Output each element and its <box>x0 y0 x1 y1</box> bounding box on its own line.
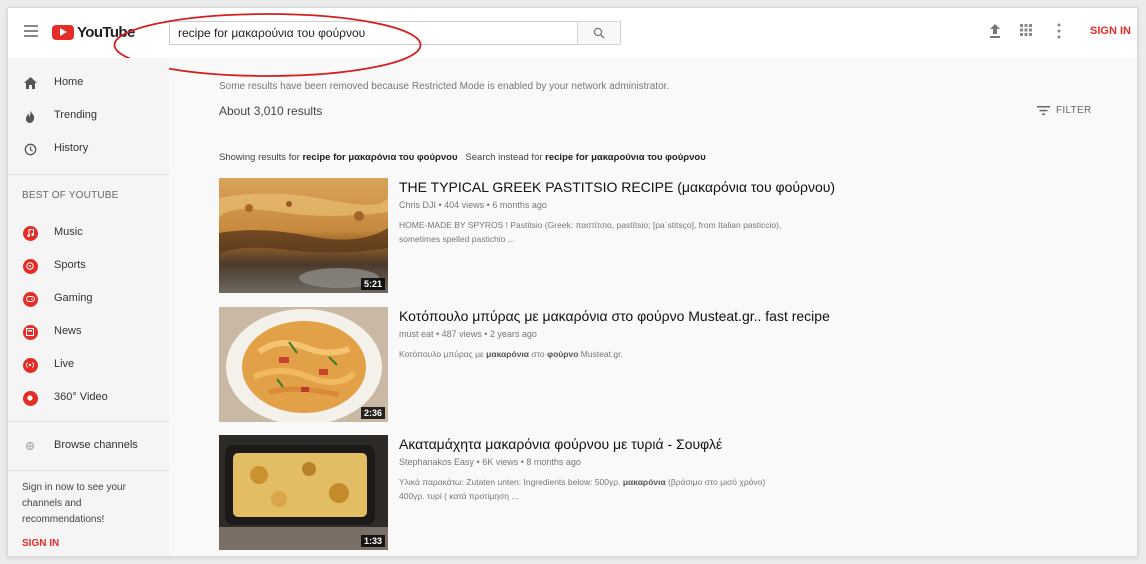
description-text: Υλικά παρακάτω: Zutaten unten: Ingredien… <box>399 477 621 487</box>
filter-button[interactable]: FILTER <box>1037 105 1092 116</box>
description-text: (βράσιμο στο μισό χρόνο) <box>668 477 766 487</box>
showing-prefix: Showing results for <box>219 152 300 163</box>
video-description: Κοτόπουλο μπύρας με μακαρόνια στο φούρνο… <box>399 347 819 361</box>
corrected-query-link[interactable]: recipe for μακαρόνια του φούρνου <box>302 152 457 163</box>
trending-flame-icon <box>22 108 38 124</box>
description-line: Υλικά παρακάτω: Zutaten unten: Ingredien… <box>399 475 819 489</box>
browser-frame: YouTube SIGN IN <box>7 7 1138 557</box>
results-count: About 3,010 results <box>219 104 323 118</box>
news-icon <box>22 324 38 340</box>
description-line: sometimes spelled pastichio ... <box>399 234 515 244</box>
search-button[interactable] <box>577 21 621 45</box>
spelling-correction: Showing results for recipe for μακαρόνια… <box>219 152 706 163</box>
sidebar-item-trending[interactable]: Trending <box>8 101 169 131</box>
masthead: YouTube SIGN IN <box>8 8 1137 58</box>
browse-channels-icon <box>22 438 38 454</box>
video-result: 2:36 Κοτόπουλο μπύρας με μακαρόνια στο φ… <box>219 307 1069 423</box>
restricted-mode-note: Some results have been removed because R… <box>219 81 670 92</box>
more-vert-icon[interactable] <box>1057 23 1061 39</box>
description-match: μακαρόνια <box>486 349 530 359</box>
sidebar-item-music[interactable]: Music <box>8 218 169 248</box>
video-title-link[interactable]: THE TYPICAL GREEK PASTITSIO RECIPE (μακα… <box>399 179 835 195</box>
sidebar-item-home[interactable]: Home <box>8 68 169 98</box>
gaming-icon <box>22 291 38 307</box>
video-meta: must eat • 487 views • 2 years ago <box>399 329 537 339</box>
sign-in-button[interactable]: SIGN IN <box>1090 25 1131 37</box>
video-title-link[interactable]: Ακαταμάχητα μακαρόνια φούρνου με τυριά -… <box>399 436 722 452</box>
sidebar-item-label: Gaming <box>54 292 93 304</box>
history-icon <box>22 141 38 157</box>
description-line: 400γρ. τυρί ( κατά προτίμηση ... <box>399 491 519 501</box>
sidebar-item-label: Sports <box>54 259 86 271</box>
sidebar: Home Trending History BEST OF YOUTUBE Mu… <box>8 58 169 556</box>
description-match: μακαρόνια <box>622 477 666 487</box>
sports-icon <box>22 258 38 274</box>
sidebar-item-label: Home <box>54 76 84 88</box>
pastitsio-thumbnail-image <box>219 178 388 293</box>
sidebar-item-live[interactable]: Live <box>8 350 169 380</box>
best-of-youtube-heading: BEST OF YOUTUBE <box>22 190 119 201</box>
menu-icon[interactable] <box>24 25 38 37</box>
chicken-pasta-thumbnail-image <box>219 307 388 422</box>
video-description: Υλικά παρακάτω: Zutaten unten: Ingredien… <box>399 475 819 503</box>
original-query-link[interactable]: recipe for μακαρούνια του φούρνου <box>545 152 706 163</box>
apps-grid-icon[interactable] <box>1020 24 1032 36</box>
macaroni-souffle-thumbnail-image <box>219 435 388 550</box>
instead-prefix: Search instead for <box>465 152 543 163</box>
sidebar-item-label: Music <box>54 226 83 238</box>
youtube-play-icon <box>52 24 74 40</box>
video-thumbnail[interactable]: 2:36 <box>219 307 388 422</box>
upload-icon[interactable] <box>988 23 1002 39</box>
sidebar-item-history[interactable]: History <box>8 134 169 164</box>
video-duration: 1:33 <box>360 535 385 547</box>
filter-icon <box>1037 106 1050 115</box>
search-input[interactable] <box>169 21 578 45</box>
video-meta: Stephanakos Easy • 6K views • 8 months a… <box>399 457 581 467</box>
logo-text: YouTube <box>77 23 135 41</box>
video-thumbnail[interactable]: 5:21 <box>219 178 388 293</box>
video-result: 1:33 Ακαταμάχητα μακαρόνια φούρνου με τυ… <box>219 435 1069 551</box>
video-title-link[interactable]: Κοτόπουλο μπύρας με μακαρόνια στο φούρνο… <box>399 308 830 324</box>
sidebar-divider <box>8 470 169 471</box>
description-line: HOME-MADE BY SPYROS ! Pastitsio (Greek: … <box>399 220 782 230</box>
home-icon <box>22 75 38 91</box>
video-duration: 5:21 <box>360 278 385 290</box>
sidebar-item-label: News <box>54 325 82 337</box>
sidebar-item-label: Trending <box>54 109 98 121</box>
video-thumbnail[interactable]: 1:33 <box>219 435 388 550</box>
description-text: Κοτόπουλο μπύρας με <box>399 349 484 359</box>
video-duration: 2:36 <box>360 407 385 419</box>
sidebar-item-label: Live <box>54 358 75 370</box>
live-icon <box>22 357 38 373</box>
description-text: Musteat.gr. <box>580 349 623 359</box>
video-description: HOME-MADE BY SPYROS ! Pastitsio (Greek: … <box>399 218 819 246</box>
sidebar-item-label: Browse channels <box>54 439 138 451</box>
sidebar-item-gaming[interactable]: Gaming <box>8 284 169 314</box>
sign-in-message: Sign in now to see your channels and rec… <box>22 482 126 525</box>
sidebar-divider <box>8 174 169 175</box>
sidebar-sign-in-link[interactable]: SIGN IN <box>22 538 59 549</box>
sidebar-item-news[interactable]: News <box>8 317 169 347</box>
sidebar-item-360-video[interactable]: 360° Video <box>8 383 169 413</box>
music-icon <box>22 225 38 241</box>
description-match: φούρνο <box>547 349 579 359</box>
sidebar-item-label: History <box>54 142 89 154</box>
sidebar-item-browse-channels[interactable]: Browse channels <box>8 431 169 461</box>
filter-label: FILTER <box>1056 105 1092 116</box>
search-icon <box>593 27 605 39</box>
sidebar-item-label: 360° Video <box>54 391 108 403</box>
sidebar-item-sports[interactable]: Sports <box>8 251 169 281</box>
360-video-icon <box>22 390 38 406</box>
description-text: στο <box>531 349 545 359</box>
sidebar-divider <box>8 421 169 422</box>
youtube-logo[interactable]: YouTube <box>52 23 135 41</box>
video-meta: Chris DJI • 404 views • 6 months ago <box>399 200 547 210</box>
video-result: 5:21 THE TYPICAL GREEK PASTITSIO RECIPE … <box>219 178 1069 294</box>
